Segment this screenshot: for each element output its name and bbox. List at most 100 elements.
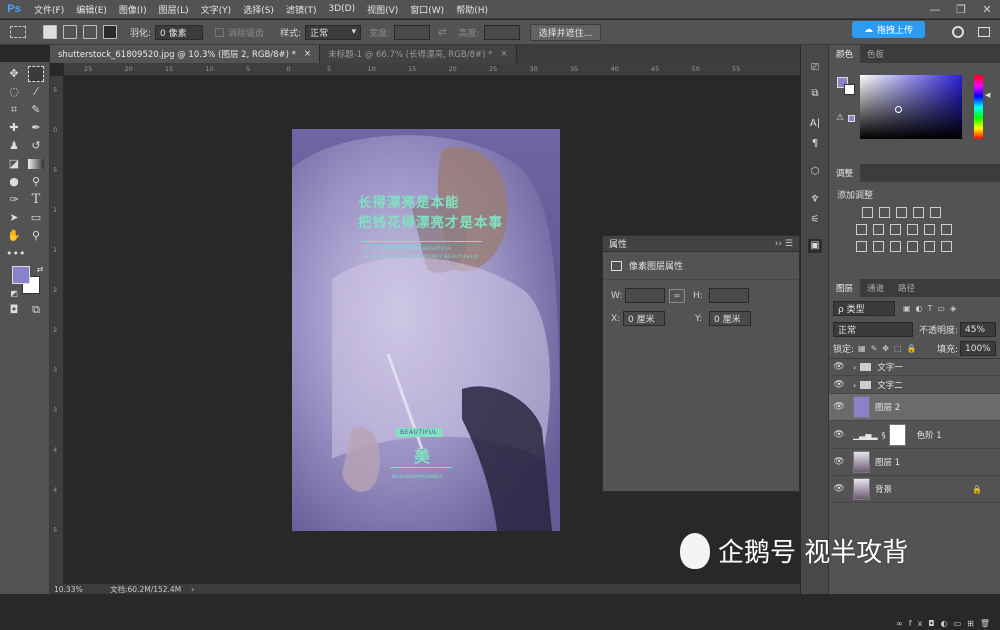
- intersect-selection-icon[interactable]: [103, 25, 117, 39]
- hue-slider[interactable]: [974, 75, 983, 139]
- quick-mask-icon[interactable]: ◘: [6, 302, 22, 318]
- tab-layers[interactable]: 图层: [829, 279, 861, 297]
- exposure-icon[interactable]: [913, 207, 924, 218]
- layer-row-background[interactable]: 👁 背景 🔒: [829, 476, 1000, 503]
- x-value-input[interactable]: 0 厘米: [623, 311, 665, 326]
- tab-color[interactable]: 颜色: [829, 45, 861, 63]
- visibility-eye-icon[interactable]: 👁: [829, 402, 849, 412]
- posterize-icon[interactable]: [873, 241, 884, 252]
- blend-mode-select[interactable]: 正常: [833, 322, 913, 337]
- zoom-tool-icon[interactable]: ⚲: [28, 228, 44, 244]
- swap-dimensions-icon[interactable]: ⇄: [438, 27, 446, 38]
- visibility-eye-icon[interactable]: 👁: [829, 457, 849, 467]
- swap-colors-icon[interactable]: ⇄: [32, 262, 48, 278]
- menu-view[interactable]: 视图(V): [361, 3, 404, 16]
- brightness-icon[interactable]: [862, 207, 873, 218]
- invert-icon[interactable]: [856, 241, 867, 252]
- style-select[interactable]: 正常 ▾: [305, 24, 362, 40]
- threshold-icon[interactable]: [890, 241, 901, 252]
- menu-file[interactable]: 文件(F): [28, 3, 70, 16]
- black-white-icon[interactable]: [890, 224, 901, 235]
- levels-icon[interactable]: [879, 207, 890, 218]
- foreground-color-swatch[interactable]: [12, 266, 30, 284]
- bg-color-chip[interactable]: [844, 84, 855, 95]
- pen-tool-icon[interactable]: ✑: [6, 192, 22, 208]
- layer-actions-icons[interactable]: ∞fx◘◐▭⊞🗑: [896, 619, 996, 628]
- layer-row-layer-2[interactable]: 👁 图层 2: [829, 394, 1000, 421]
- character-panel-icon[interactable]: A|: [808, 117, 822, 131]
- minimize-icon[interactable]: —: [922, 3, 948, 16]
- gradient-tool-icon[interactable]: [28, 159, 44, 169]
- more-tools-icon[interactable]: •••: [6, 246, 25, 262]
- paragraph-panel-icon[interactable]: ¶: [808, 137, 822, 151]
- brush-panel-icon[interactable]: ♆: [808, 193, 822, 207]
- antialias-checkbox[interactable]: [215, 27, 225, 37]
- layer-row-levels-1[interactable]: 👁 ▁▃▅▂ § 色阶 1: [829, 422, 1000, 449]
- healing-brush-icon[interactable]: ✚: [6, 120, 22, 136]
- color-field[interactable]: [860, 75, 962, 139]
- web-safe-chip[interactable]: [848, 115, 855, 122]
- color-balance-icon[interactable]: [873, 224, 884, 235]
- menu-filter[interactable]: 滤镜(T): [280, 3, 323, 16]
- status-arrow-icon[interactable]: ›: [191, 585, 194, 594]
- visibility-eye-icon[interactable]: 👁: [829, 430, 849, 440]
- marquee-preset-icon[interactable]: [10, 26, 26, 38]
- subtract-selection-icon[interactable]: [83, 25, 97, 39]
- feather-input[interactable]: 0 像素: [155, 24, 204, 40]
- close-tab-icon[interactable]: ×: [500, 49, 507, 59]
- add-selection-icon[interactable]: [63, 25, 77, 39]
- layer-row-layer-1[interactable]: 👁 图层 1: [829, 449, 1000, 476]
- color-lookup-icon[interactable]: [941, 224, 952, 235]
- menu-edit[interactable]: 编辑(E): [70, 3, 113, 16]
- new-selection-icon[interactable]: [43, 25, 57, 39]
- height-value-input[interactable]: [709, 288, 749, 303]
- menu-select[interactable]: 选择(S): [237, 3, 280, 16]
- menu-layer[interactable]: 图层(L): [153, 3, 195, 16]
- hue-slider-handle-icon[interactable]: ◀: [985, 91, 990, 99]
- gradient-map-icon[interactable]: [924, 241, 935, 252]
- panel-menu-icon[interactable]: ›› ☰: [775, 239, 793, 249]
- solid-color-icon[interactable]: [941, 241, 952, 252]
- hand-tool-icon[interactable]: ✋: [6, 228, 22, 244]
- close-tab-icon[interactable]: ×: [304, 49, 311, 59]
- visibility-eye-icon[interactable]: 👁: [829, 380, 849, 390]
- layer-filter-select[interactable]: ρ 类型: [833, 301, 895, 316]
- hue-saturation-icon[interactable]: [856, 224, 867, 235]
- workspace-icon[interactable]: [978, 27, 990, 37]
- search-icon[interactable]: [952, 26, 964, 38]
- move-tool-icon[interactable]: ✥: [6, 66, 22, 82]
- menu-window[interactable]: 窗口(W): [404, 3, 450, 16]
- visibility-eye-icon[interactable]: 👁: [829, 484, 849, 494]
- lasso-tool-icon[interactable]: ◌: [6, 84, 22, 100]
- zoom-level[interactable]: 10.33%: [54, 585, 88, 594]
- eyedropper-icon[interactable]: ✎: [28, 102, 44, 118]
- close-window-icon[interactable]: ✕: [974, 3, 1000, 16]
- cloud-upload-button[interactable]: ☁ 拖拽上传: [852, 21, 925, 38]
- tab-adjustments[interactable]: 调整: [829, 164, 861, 182]
- type-tool-icon[interactable]: T: [28, 192, 44, 208]
- expand-chevron-icon[interactable]: ›: [853, 363, 856, 372]
- adjust-strip-icon[interactable]: ⚟: [808, 213, 822, 227]
- tab-paths[interactable]: 路径: [891, 279, 922, 297]
- restore-icon[interactable]: ❐: [948, 3, 974, 16]
- clone-stamp-icon[interactable]: ♟: [6, 138, 22, 154]
- layer-row-group-1[interactable]: 👁 › 文字一: [829, 359, 1000, 376]
- select-and-mask-button[interactable]: 选择并遮住...: [529, 23, 602, 41]
- menu-type[interactable]: 文字(Y): [195, 3, 238, 16]
- history-panel-icon[interactable]: ⎚: [808, 61, 822, 75]
- y-value-input[interactable]: 0 厘米: [709, 311, 751, 326]
- tab-swatches[interactable]: 色板: [860, 45, 891, 63]
- swatches-strip-icon[interactable]: ⧉: [808, 87, 822, 101]
- eraser-tool-icon[interactable]: ◪: [6, 156, 22, 172]
- tab-shutterstock[interactable]: shutterstock_61809520.jpg @ 10.3% (图层 2,…: [50, 45, 321, 63]
- history-brush-icon[interactable]: ↺: [28, 138, 44, 154]
- marquee-tool-icon[interactable]: [28, 66, 44, 82]
- photo-filter-icon[interactable]: [907, 224, 918, 235]
- fill-input[interactable]: 100%: [960, 341, 996, 356]
- selective-color-icon[interactable]: [907, 241, 918, 252]
- channel-mixer-icon[interactable]: [924, 224, 935, 235]
- menu-3d[interactable]: 3D(D): [322, 4, 361, 14]
- expand-chevron-icon[interactable]: ›: [853, 381, 856, 390]
- screen-mode-icon[interactable]: ⧉: [28, 302, 44, 318]
- properties-strip-icon[interactable]: ▣: [808, 239, 822, 253]
